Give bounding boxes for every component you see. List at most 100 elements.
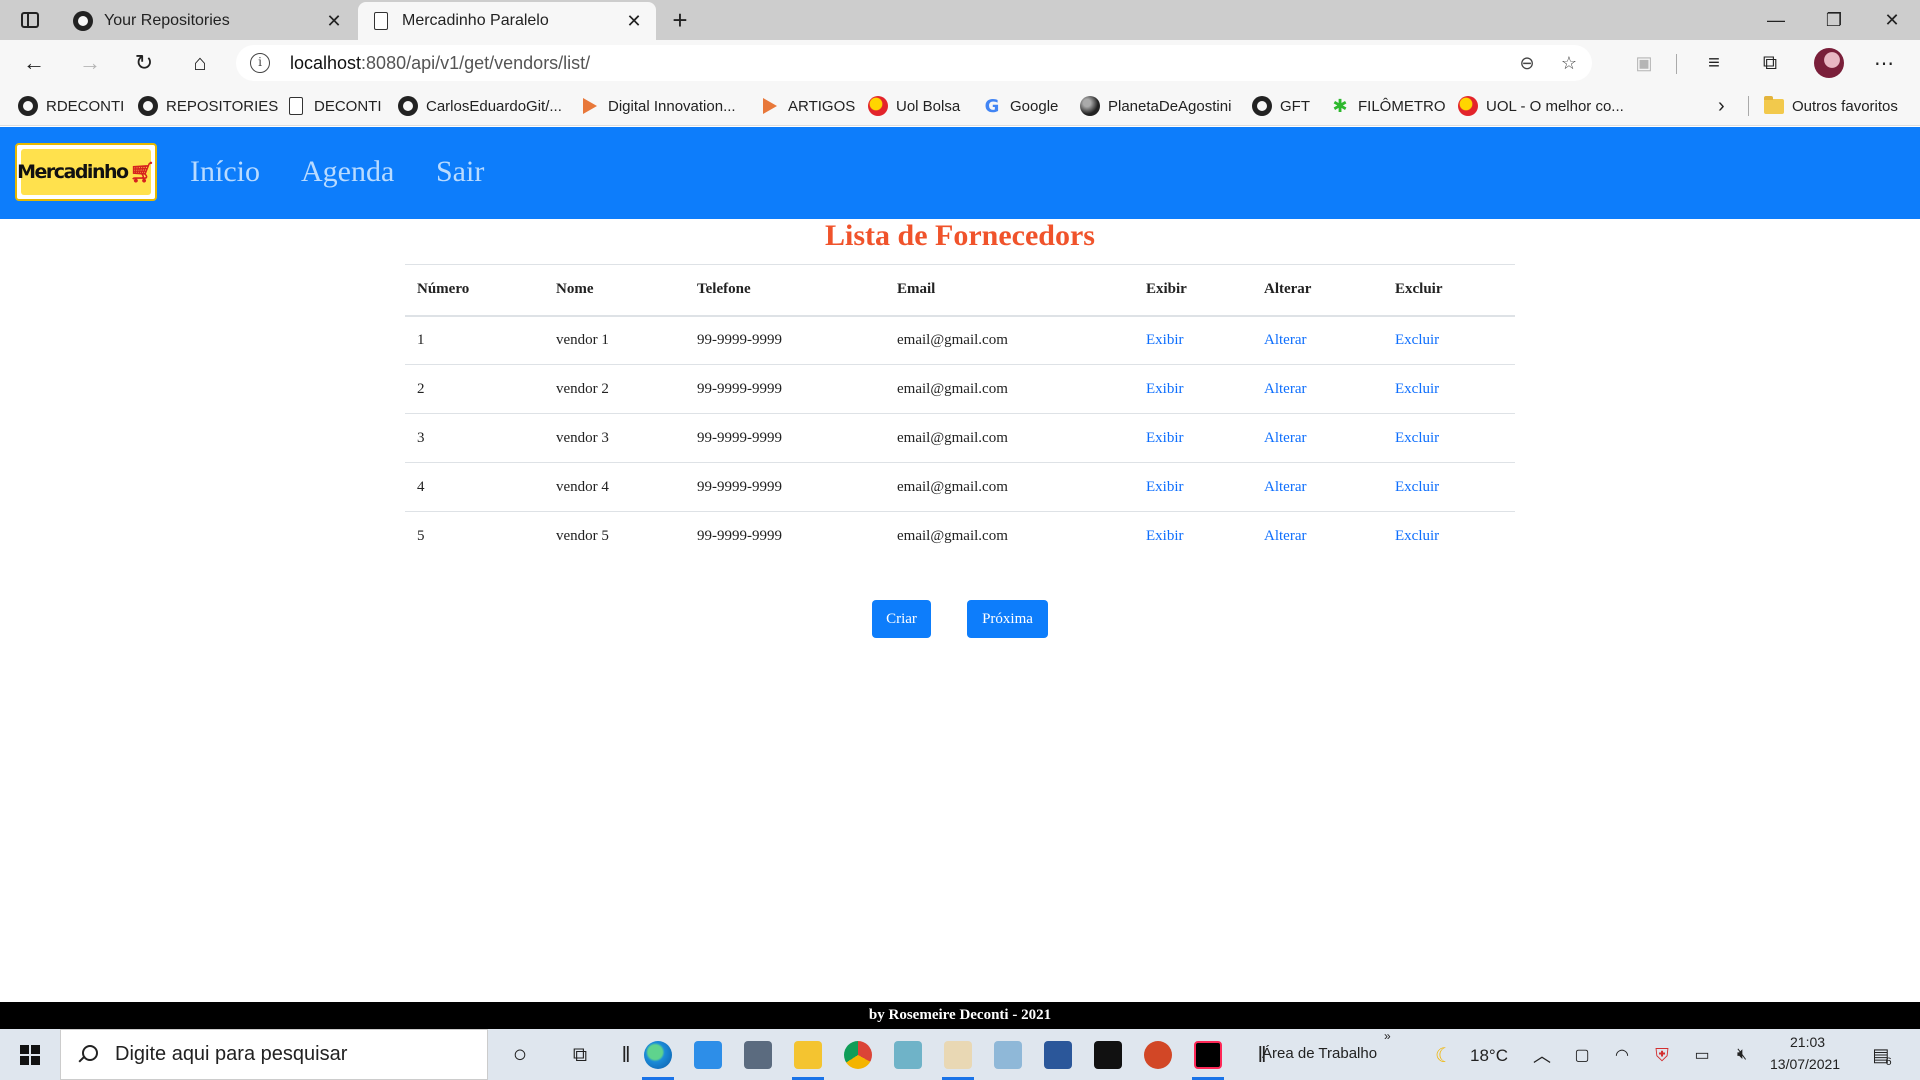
delete-vendor-link[interactable]: Excluir (1395, 430, 1439, 446)
calculator-icon[interactable] (738, 1035, 778, 1075)
bookmark-label: UOL - O melhor co... (1486, 97, 1624, 115)
bookmark-item[interactable]: Uol Bolsa (868, 94, 960, 118)
next-page-button[interactable]: Próxima (967, 600, 1048, 638)
laptop-app-icon[interactable] (988, 1035, 1028, 1075)
add-favorite-icon[interactable]: ☆ (1554, 49, 1584, 77)
edge-browser-icon[interactable] (638, 1035, 678, 1080)
table-row: 2 vendor 2 99-9999-9999 email@gmail.com … (405, 364, 1515, 414)
bookmark-item[interactable]: Digital Innovation... (580, 94, 736, 118)
toolbar-expand-chevron-icon[interactable]: » (1384, 1029, 1391, 1043)
new-tab-button[interactable]: + (664, 5, 696, 35)
tab-your-repositories[interactable]: Your Repositories ✕ (60, 2, 356, 40)
logo-mark: Mercadinho 🛒︎ (17, 149, 155, 195)
meet-now-icon[interactable]: ▢ (1562, 1035, 1602, 1075)
edit-vendor-link[interactable]: Alterar (1264, 430, 1306, 446)
bookmark-item[interactable]: RDECONTI (18, 94, 124, 118)
bookmark-item[interactable]: DECONTI (286, 94, 382, 118)
bookmark-item[interactable]: GFT (1252, 94, 1310, 118)
bookmark-label: Outros favoritos (1792, 97, 1898, 115)
show-vendor-link[interactable]: Exibir (1146, 430, 1184, 446)
edit-vendor-link[interactable]: Alterar (1264, 332, 1306, 348)
zoom-icon[interactable]: ⊖ (1512, 49, 1542, 77)
home-button[interactable]: ⌂ (182, 47, 218, 79)
notification-count: 6 (1885, 1056, 1892, 1068)
desktop-toolbar-label[interactable]: Área de Trabalho (1262, 1045, 1377, 1062)
terminal-icon[interactable] (1088, 1035, 1128, 1075)
profile-avatar[interactable] (1814, 48, 1844, 78)
url-text[interactable]: localhost:8080/api/v1/get/vendors/list/ (290, 53, 590, 74)
delete-vendor-link[interactable]: Excluir (1395, 381, 1439, 397)
nav-link-inicio[interactable]: Início (190, 155, 260, 189)
antivirus-shield-icon[interactable]: ⛨ (1642, 1035, 1682, 1075)
clock-date[interactable]: 13/07/2021 (1770, 1056, 1840, 1072)
cell-exibir: Exibir (1134, 413, 1252, 463)
column-header-alterar: Alterar (1252, 264, 1383, 317)
edit-vendor-link[interactable]: Alterar (1264, 479, 1306, 495)
notifications-icon[interactable]: ▤ 6 (1862, 1035, 1902, 1075)
browser-toolbar: ← → ↻ ⌂ i localhost:8080/api/v1/get/vend… (0, 40, 1920, 86)
chrome-icon[interactable] (838, 1035, 878, 1075)
bookmark-item[interactable]: UOL - O melhor co... (1458, 94, 1624, 118)
show-vendor-link[interactable]: Exibir (1146, 479, 1184, 495)
weather-temperature[interactable]: 18°C (1470, 1046, 1508, 1066)
notes-app-icon[interactable] (888, 1035, 928, 1075)
show-vendor-link[interactable]: Exibir (1146, 332, 1184, 348)
intellij-icon[interactable] (1188, 1035, 1228, 1080)
create-button[interactable]: Criar (872, 600, 931, 638)
clock-time[interactable]: 21:03 (1790, 1034, 1825, 1050)
collections-icon[interactable]: ⧉ (1752, 47, 1788, 79)
back-button[interactable]: ← (16, 47, 52, 79)
more-bookmarks-chevron-icon[interactable]: › (1718, 94, 1725, 118)
wifi-icon[interactable]: ◠ (1602, 1035, 1642, 1075)
delete-vendor-link[interactable]: Excluir (1395, 528, 1439, 544)
forward-button[interactable]: → (72, 47, 108, 79)
edit-vendor-link[interactable]: Alterar (1264, 381, 1306, 397)
cortana-icon[interactable]: ○ (500, 1035, 540, 1075)
reload-button[interactable]: ↻ (126, 47, 162, 79)
bookmark-item[interactable]: PlanetaDeAgostini (1080, 94, 1231, 118)
show-hidden-icons-chevron-icon[interactable]: ︿ (1522, 1035, 1562, 1075)
restore-button[interactable]: ❐ (1806, 0, 1862, 40)
other-favorites-folder[interactable]: Outros favoritos (1764, 94, 1898, 118)
weather-moon-icon[interactable]: ☾ (1424, 1035, 1464, 1075)
delete-vendor-link[interactable]: Excluir (1395, 332, 1439, 348)
minimize-button[interactable]: — (1748, 0, 1804, 40)
nav-link-agenda[interactable]: Agenda (301, 155, 394, 189)
cell-email: email@gmail.com (885, 315, 1134, 365)
cell-excluir: Excluir (1383, 315, 1515, 365)
favorites-icon[interactable]: ≡ (1696, 47, 1732, 79)
file-explorer-icon[interactable] (788, 1035, 828, 1080)
show-vendor-link[interactable]: Exibir (1146, 528, 1184, 544)
bookmark-item[interactable]: ✱ FILÔMETRO (1330, 94, 1445, 118)
outlook-icon[interactable] (688, 1035, 728, 1075)
task-view-icon[interactable]: ⧉ (560, 1035, 600, 1075)
battery-icon[interactable]: ▭ (1682, 1035, 1722, 1075)
bookmark-item[interactable]: ARTIGOS (760, 94, 855, 118)
address-bar[interactable]: i localhost:8080/api/v1/get/vendors/list… (236, 45, 1592, 81)
delete-vendor-link[interactable]: Excluir (1395, 479, 1439, 495)
extension-icon[interactable]: ▣ (1626, 47, 1662, 79)
edit-vendor-link[interactable]: Alterar (1264, 528, 1306, 544)
site-info-icon[interactable]: i (250, 53, 270, 73)
start-button[interactable] (8, 1035, 52, 1075)
mercadinho-logo[interactable]: Mercadinho 🛒︎ (15, 143, 157, 201)
speaker-muted-icon[interactable]: 🔇︎ (1722, 1035, 1762, 1075)
dio-icon (580, 96, 600, 116)
bookmark-item[interactable]: CarlosEduardoGit/... (398, 94, 562, 118)
word-icon[interactable] (1038, 1035, 1078, 1075)
show-vendor-link[interactable]: Exibir (1146, 381, 1184, 397)
bookmark-item[interactable]: G Google (982, 94, 1059, 118)
tab-mercadinho-paralelo[interactable]: Mercadinho Paralelo ✕ (358, 2, 656, 40)
close-tab-icon[interactable]: ✕ (320, 7, 348, 35)
tab-actions-button[interactable] (12, 6, 48, 34)
taskbar-search-box[interactable]: Digite aqui para pesquisar (60, 1029, 488, 1080)
more-menu-icon[interactable]: ⋯ (1866, 47, 1902, 79)
cell-nome: vendor 1 (544, 315, 685, 365)
nav-link-sair[interactable]: Sair (436, 155, 484, 189)
bookmark-item[interactable]: REPOSITORIES (138, 94, 278, 118)
cell-numero: 3 (405, 413, 544, 463)
close-window-button[interactable]: ✕ (1864, 0, 1920, 40)
powerpoint-icon[interactable] (1138, 1035, 1178, 1075)
close-tab-icon[interactable]: ✕ (620, 7, 648, 35)
paint-icon[interactable] (938, 1035, 978, 1080)
